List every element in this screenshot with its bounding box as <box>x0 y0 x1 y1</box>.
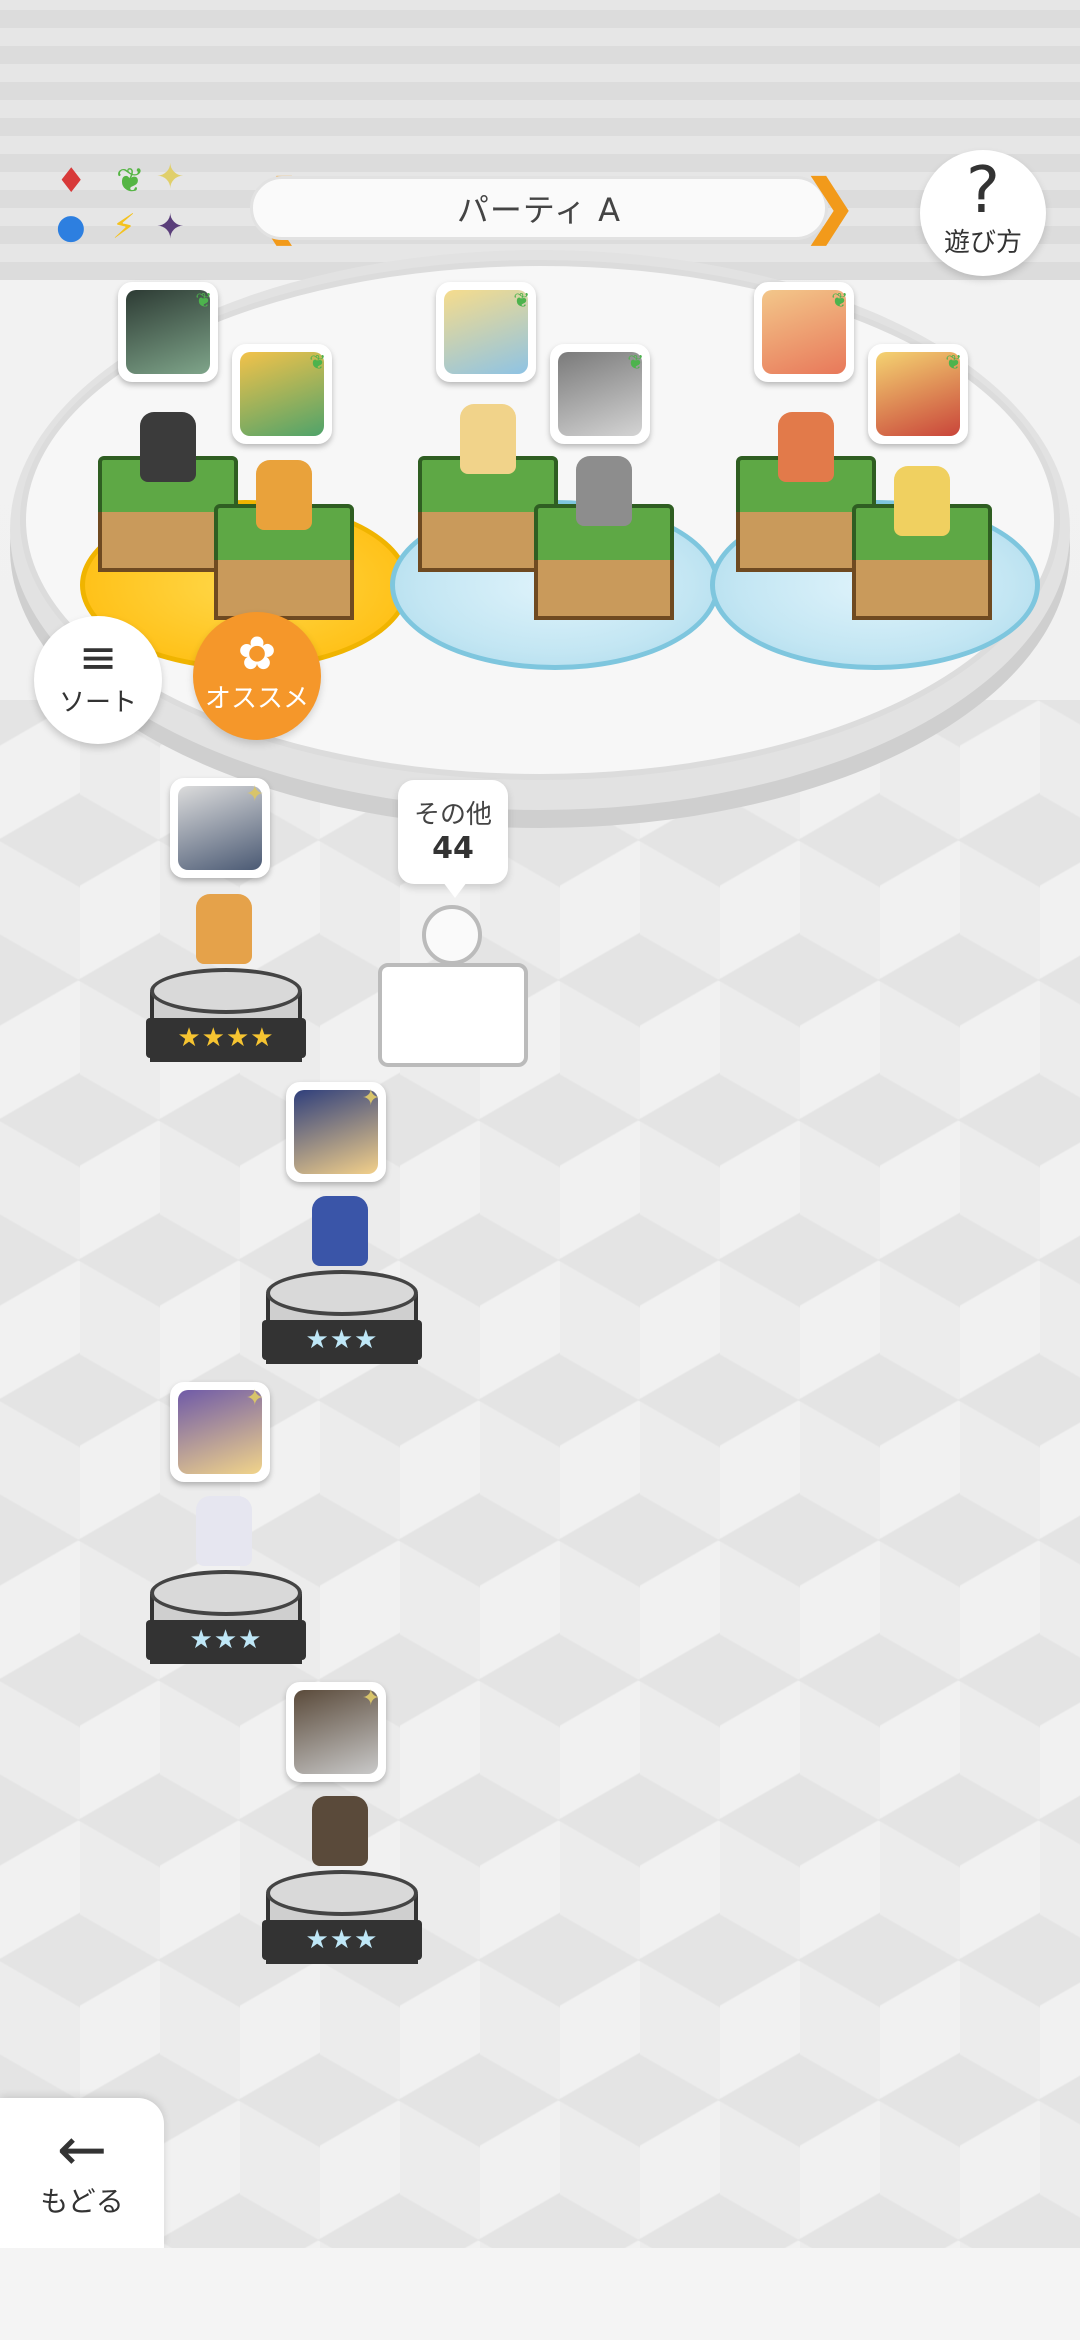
party-chibi-sprite <box>894 466 950 536</box>
grass-element-icon: ❦ <box>513 288 530 312</box>
roster-chibi-sprite <box>312 1196 368 1266</box>
roster-chibi-sprite <box>196 1496 252 1566</box>
others-count-bubble[interactable]: その他 44 <box>398 780 508 898</box>
party-portrait[interactable]: ❦ <box>868 344 968 444</box>
party-chibi-sprite <box>778 412 834 482</box>
light-element-icon: ✦ <box>361 1686 380 1711</box>
party-chibi-sprite <box>256 460 312 530</box>
roster-portrait[interactable]: ✦ <box>170 1382 270 1482</box>
roster-portrait[interactable]: ✦ <box>170 778 270 878</box>
rarity-stars: ★★★ <box>146 1620 306 1660</box>
roster-pedestal[interactable]: ★★★★ <box>146 968 306 1078</box>
party-chibi-sprite <box>140 412 196 482</box>
roster-portrait[interactable]: ✦ <box>286 1682 386 1782</box>
element-chart: ♦ ❦ ✦ ● ⚡ ✦ <box>52 160 202 250</box>
party-title: パーティ A <box>456 191 622 229</box>
pedestal-cap <box>150 968 302 1014</box>
light-element-icon: ✦ <box>156 157 185 197</box>
roster-chibi-sprite <box>312 1796 368 1866</box>
grass-element-icon: ❦ <box>831 288 848 312</box>
grass-element-icon: ❦ <box>195 288 212 312</box>
roster-chibi-sprite <box>196 894 252 964</box>
light-element-icon: ✦ <box>245 1386 264 1411</box>
block-side <box>534 560 674 620</box>
flower-icon: ✿ <box>237 626 277 680</box>
roster-pedestal[interactable]: ★★★ <box>146 1570 306 1680</box>
back-button[interactable]: ← もどる <box>0 2098 164 2248</box>
next-party-button[interactable]: ❯ <box>800 170 859 246</box>
party-portrait[interactable]: ❦ <box>436 282 536 382</box>
party-portrait[interactable]: ❦ <box>754 282 854 382</box>
pedestal-cap <box>150 1570 302 1616</box>
recommend-button[interactable]: ✿ オススメ <box>193 612 321 740</box>
sort-icon: ≡ <box>78 630 118 684</box>
grass-element-icon: ❦ <box>627 350 644 374</box>
party-portrait[interactable]: ❦ <box>550 344 650 444</box>
placeholder-box <box>378 963 528 1067</box>
rarity-stars: ★★★ <box>262 1320 422 1360</box>
fire-element-icon: ♦ <box>56 161 87 201</box>
grass-element-icon: ❦ <box>945 350 962 374</box>
block-side <box>852 560 992 620</box>
recommend-label: オススメ <box>204 684 309 714</box>
roster-portrait[interactable]: ✦ <box>286 1082 386 1182</box>
rarity-stars: ★★★★ <box>146 1018 306 1058</box>
rarity-stars: ★★★ <box>262 1920 422 1960</box>
placeholder-head <box>422 905 482 965</box>
back-arrow-icon: ← <box>56 2115 108 2185</box>
others-count: 44 <box>432 831 474 866</box>
water-element-icon: ● <box>56 207 86 247</box>
question-icon: ? <box>966 154 1000 228</box>
back-label: もどる <box>40 2185 124 2218</box>
thunder-element-icon: ⚡ <box>112 207 136 247</box>
party-chibi-sprite <box>460 404 516 474</box>
help-label: 遊び方 <box>943 228 1022 258</box>
party-portrait[interactable]: ❦ <box>118 282 218 382</box>
light-element-icon: ✦ <box>361 1086 380 1111</box>
roster-pedestal[interactable]: ★★★ <box>262 1270 422 1380</box>
party-selector: パーティ A <box>250 176 828 240</box>
light-element-icon: ✦ <box>245 782 264 807</box>
dark-element-icon: ✦ <box>156 207 185 247</box>
isometric-floor <box>0 700 1080 2250</box>
empty-slot-pedestal[interactable] <box>378 905 528 1075</box>
roster-pedestal[interactable]: ★★★ <box>262 1870 422 1980</box>
party-chibi-sprite <box>576 456 632 526</box>
grass-element-icon: ❦ <box>309 350 326 374</box>
others-label: その他 <box>413 800 492 830</box>
pedestal-cap <box>266 1870 418 1916</box>
pedestal-cap <box>266 1270 418 1316</box>
system-nav-bar <box>0 2248 1080 2340</box>
grass-element-icon: ❦ <box>116 161 145 201</box>
help-button[interactable]: ? 遊び方 <box>920 150 1046 276</box>
sort-button[interactable]: ≡ ソート <box>34 616 162 744</box>
block-side <box>214 560 354 620</box>
party-portrait[interactable]: ❦ <box>232 344 332 444</box>
sort-label: ソート <box>58 688 137 718</box>
